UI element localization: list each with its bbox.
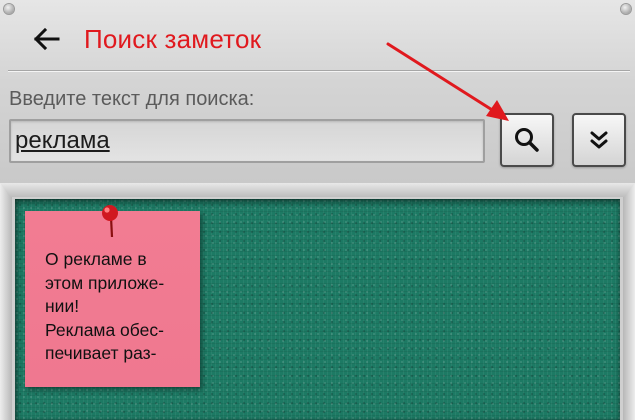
red-arrow-icon <box>386 42 509 121</box>
